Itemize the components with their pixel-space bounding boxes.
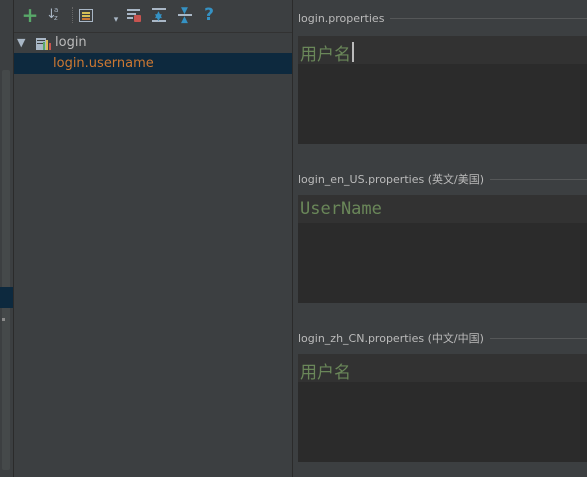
resource-bundle-tree-panel: + ↓ a z ▾ ▲ ▼ ▼ ▲ ? ▼ login login.userna…: [14, 0, 292, 477]
section-title-text: login.properties: [298, 12, 385, 25]
collapse-all-icon: ▼ ▲: [178, 7, 192, 25]
options-dropdown[interactable]: ▾: [111, 6, 121, 25]
value-text: 用户名: [300, 45, 351, 65]
tree-node-login[interactable]: ▼ login: [14, 32, 292, 53]
tree-leaf-label: login.username: [53, 56, 154, 71]
value-text: 用户名: [300, 363, 351, 383]
section-title-text: login_en_US.properties (英文/美国): [298, 173, 484, 186]
resource-bundle-icon: [36, 36, 52, 50]
tree-node-login-username[interactable]: login.username: [14, 53, 292, 74]
edge-marker: [2, 318, 5, 321]
collapse-all-button[interactable]: ▼ ▲: [176, 6, 194, 25]
toolbar-separator: [72, 7, 74, 23]
translations-panel: login.properties 用户名 login_en_US.propert…: [293, 0, 587, 477]
section-title-login-en-us: login_en_US.properties (英文/美国): [298, 171, 587, 187]
title-separator: [490, 178, 587, 180]
group-by-icon: [79, 8, 93, 22]
sort-alphabetically-button[interactable]: ↓ a z: [45, 6, 63, 24]
tree-toolbar: + ↓ a z ▾ ▲ ▼ ▼ ▲ ?: [14, 0, 292, 32]
group-by-button[interactable]: [77, 6, 95, 24]
help-icon: ?: [204, 5, 214, 25]
tree-expand-arrow-icon[interactable]: ▼: [17, 36, 27, 49]
help-button[interactable]: ?: [200, 5, 218, 25]
tree-node-label: login: [55, 35, 87, 50]
value-editor-zh-cn[interactable]: 用户名: [298, 354, 587, 462]
title-separator: [390, 18, 587, 19]
add-icon: +: [21, 3, 39, 27]
section-title-text: login_zh_CN.properties (中文/中国): [298, 332, 484, 345]
edge-scrollbar[interactable]: [2, 70, 10, 470]
section-title-login-properties: login.properties: [298, 12, 587, 25]
expand-all-icon: ▲ ▼: [152, 8, 166, 23]
section-title-login-zh-cn: login_zh_CN.properties (中文/中国): [298, 330, 587, 346]
filter-button[interactable]: [125, 6, 143, 24]
value-text: UserName: [300, 199, 382, 219]
value-editor-en-us[interactable]: UserName: [298, 195, 587, 303]
add-button[interactable]: +: [21, 3, 39, 27]
sort-alphabetically-icon: ↓ a z: [46, 6, 59, 22]
text-caret: [352, 42, 354, 62]
expand-all-button[interactable]: ▲ ▼: [150, 6, 168, 24]
title-separator: [489, 337, 587, 339]
left-edge-tool-strip: [0, 0, 14, 477]
filter-icon: [127, 8, 141, 22]
value-editor-default[interactable]: 用户名: [298, 36, 587, 144]
edge-selected-row: [0, 287, 13, 308]
dropdown-arrow-icon: ▾: [113, 15, 119, 25]
